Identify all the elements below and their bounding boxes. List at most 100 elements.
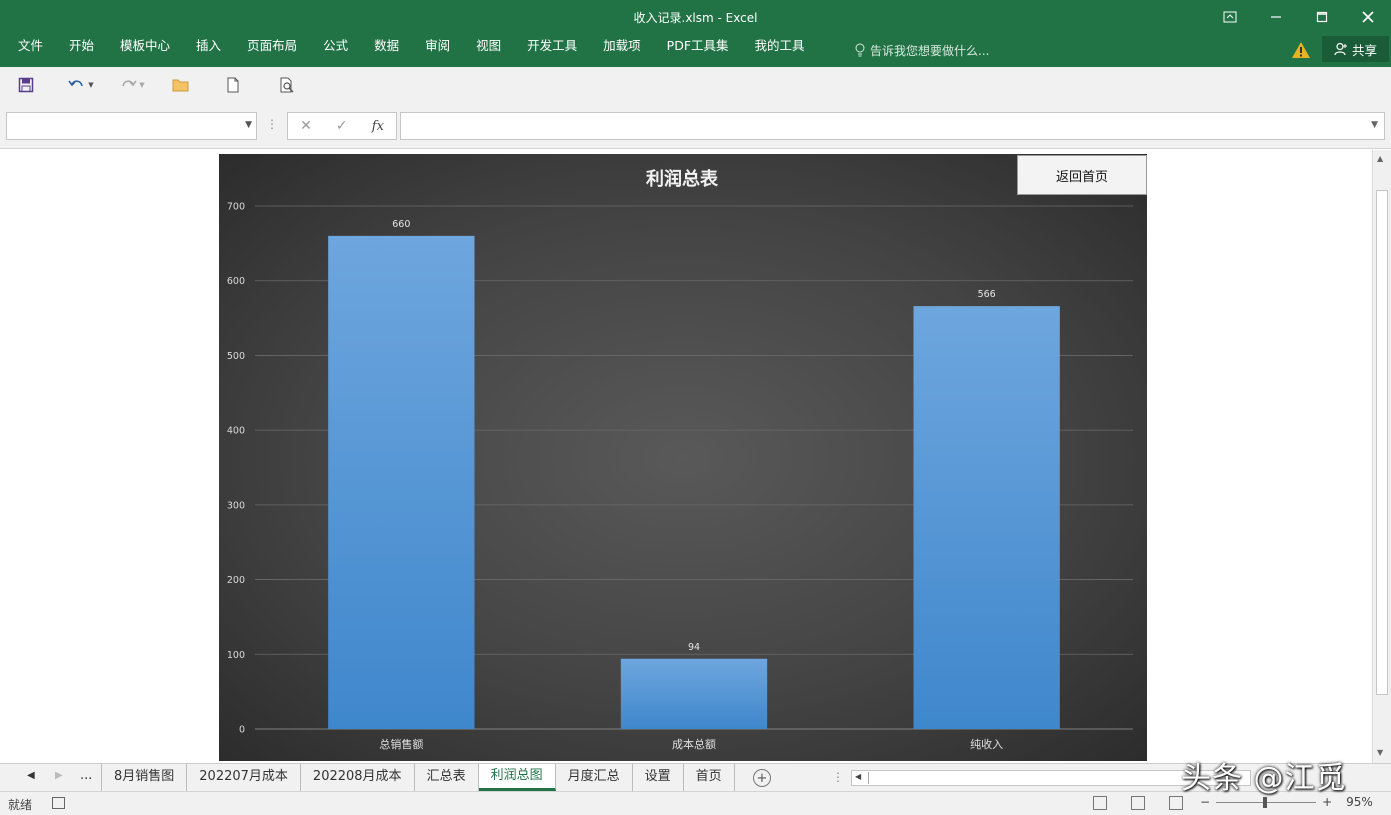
tab-template-center[interactable]: 模板中心 [107,34,183,67]
name-box-dropdown-icon[interactable]: ▼ [245,120,252,130]
formula-bar-splitter[interactable]: ⋮ [266,117,278,131]
y-tick-label: 200 [227,575,245,586]
tab-view[interactable]: 视图 [463,34,514,67]
chart-bars [328,235,1060,729]
tab-insert[interactable]: 插入 [183,34,234,67]
minimize-icon[interactable] [1253,0,1299,34]
return-home-button[interactable]: 返回首页 [1017,155,1147,195]
bar[interactable] [620,658,768,729]
scroll-down-icon[interactable]: ▼ [1377,748,1383,757]
formula-buttons: ✕ ✓ fx [287,112,397,140]
window-title: 收入记录.xlsm - Excel [633,11,758,25]
page-break-preview-icon[interactable] [1169,796,1183,810]
vertical-scrollbar[interactable]: ▲ ▼ [1372,150,1391,763]
y-tick-label: 700 [227,202,245,213]
category-label: 纯收入 [970,737,1003,751]
warning-icon[interactable] [1290,39,1312,61]
sheet-tab-settings[interactable]: 设置 [633,764,684,791]
print-preview-icon[interactable] [276,74,298,96]
data-label: 94 [688,642,700,653]
scroll-left-icon[interactable]: ◀ [855,772,861,781]
profit-chart[interactable]: 利润总表 0 100 200 300 400 500 600 700 660 94 566 总销售… [219,154,1147,761]
data-label: 660 [392,219,410,230]
zoom-out-icon[interactable]: − [1200,795,1210,809]
redo-dropdown-icon[interactable]: ▼ [137,74,147,96]
chart-title: 利润总表 [646,168,719,190]
expand-formula-bar-icon[interactable]: ▼ [1371,120,1378,130]
page-layout-view-icon[interactable] [1131,796,1145,810]
window-controls [1207,0,1391,34]
undo-icon[interactable] [66,74,88,96]
add-sheet-icon[interactable]: + [753,769,771,787]
share-button[interactable]: 共享 [1322,36,1389,62]
tab-developer[interactable]: 开发工具 [514,34,590,67]
tab-my-tools[interactable]: 我的工具 [742,34,818,67]
y-axis-tick-labels: 0 100 200 300 400 500 600 700 [227,202,245,736]
sheet-tab-july-cost[interactable]: 202207月成本 [187,764,301,791]
tab-formulas[interactable]: 公式 [310,34,361,67]
quick-access-toolbar: ▼ ▼ [0,67,1391,103]
sheet-tab-summary[interactable]: 汇总表 [415,764,479,791]
redo-icon[interactable] [117,74,139,96]
ribbon-display-options-icon[interactable] [1207,0,1253,34]
sheet-tab-home[interactable]: 首页 [684,764,735,791]
bar[interactable] [913,306,1060,729]
tab-review[interactable]: 审阅 [412,34,463,67]
data-labels: 660 94 566 [392,219,995,653]
zoom-slider-knob[interactable] [1263,796,1268,808]
y-tick-label: 500 [227,351,245,362]
share-label: 共享 [1351,42,1377,58]
sheet-tab-august-cost[interactable]: 202208月成本 [301,764,415,791]
watermark: 头条 @江觅 [1181,761,1347,796]
tell-me-text: 告诉我您想要做什么... [870,43,990,58]
more-sheets-ellipsis[interactable]: ... [80,768,92,783]
scroll-up-icon[interactable]: ▲ [1377,154,1383,163]
maximize-icon[interactable] [1299,0,1345,34]
y-tick-label: 600 [227,276,245,287]
cancel-icon[interactable]: ✕ [300,118,312,134]
zoom-slider[interactable] [1216,796,1317,808]
person-icon [1334,42,1347,56]
sheet-tab-profit-chart[interactable]: 利润总图 [478,764,556,791]
tab-pdf-tools[interactable]: PDF工具集 [654,34,742,67]
next-sheet-icon[interactable]: ▶ [55,770,63,781]
ribbon-tabs: 文件 开始 模板中心 插入 页面布局 公式 数据 审阅 视图 开发工具 加载项 … [0,34,818,67]
bar[interactable] [328,235,475,729]
new-document-icon[interactable] [222,74,244,96]
close-icon[interactable] [1345,0,1391,34]
zoom-level[interactable]: 95% [1346,795,1373,809]
enter-check-icon[interactable]: ✓ [336,118,348,134]
prev-sheet-icon[interactable]: ◀ [27,770,35,781]
formula-input[interactable]: ▼ [400,112,1385,140]
sheet-tab-august-sales[interactable]: 8月销售图 [102,764,188,791]
y-tick-label: 400 [227,426,245,437]
zoom-in-icon[interactable]: + [1322,795,1332,809]
y-tick-label: 0 [239,725,245,736]
save-icon[interactable] [15,74,37,96]
undo-dropdown-icon[interactable]: ▼ [86,74,96,96]
tab-data[interactable]: 数据 [361,34,412,67]
status-ready: 就绪 [8,798,33,812]
vertical-scroll-thumb[interactable] [1376,190,1388,695]
y-tick-label: 100 [227,650,245,661]
sheet-tabs: 8月销售图 202207月成本 202208月成本 汇总表 利润总图 月度汇总 … [101,764,735,791]
chart-canvas: 利润总表 0 100 200 300 400 500 600 700 660 94 566 总销售… [227,168,1133,751]
name-box[interactable]: ▼ [6,112,257,140]
open-folder-icon[interactable] [170,74,192,96]
normal-view-icon[interactable] [1093,796,1107,810]
ribbon: 文件 开始 模板中心 插入 页面布局 公式 数据 审阅 视图 开发工具 加载项 … [0,34,1391,67]
tell-me-box[interactable]: 告诉我您想要做什么... [854,38,989,62]
sheet-tab-monthly-summary[interactable]: 月度汇总 [556,764,633,791]
tab-file[interactable]: 文件 [0,34,56,67]
macro-record-icon[interactable] [52,797,65,809]
x-axis-category-labels: 总销售额 成本总额 纯收入 [379,737,1003,751]
title-bar: 收入记录.xlsm - Excel [0,0,1391,34]
y-tick-label: 300 [227,500,245,511]
horizontal-scroll-thumb[interactable] [868,772,1228,784]
tab-page-layout[interactable]: 页面布局 [234,34,310,67]
tab-home[interactable]: 开始 [56,34,107,67]
tab-split-handle[interactable]: ⋮ [832,770,844,784]
category-label: 总销售额 [379,737,423,751]
insert-function-button[interactable]: fx [372,119,384,134]
tab-addins[interactable]: 加载项 [590,34,654,67]
